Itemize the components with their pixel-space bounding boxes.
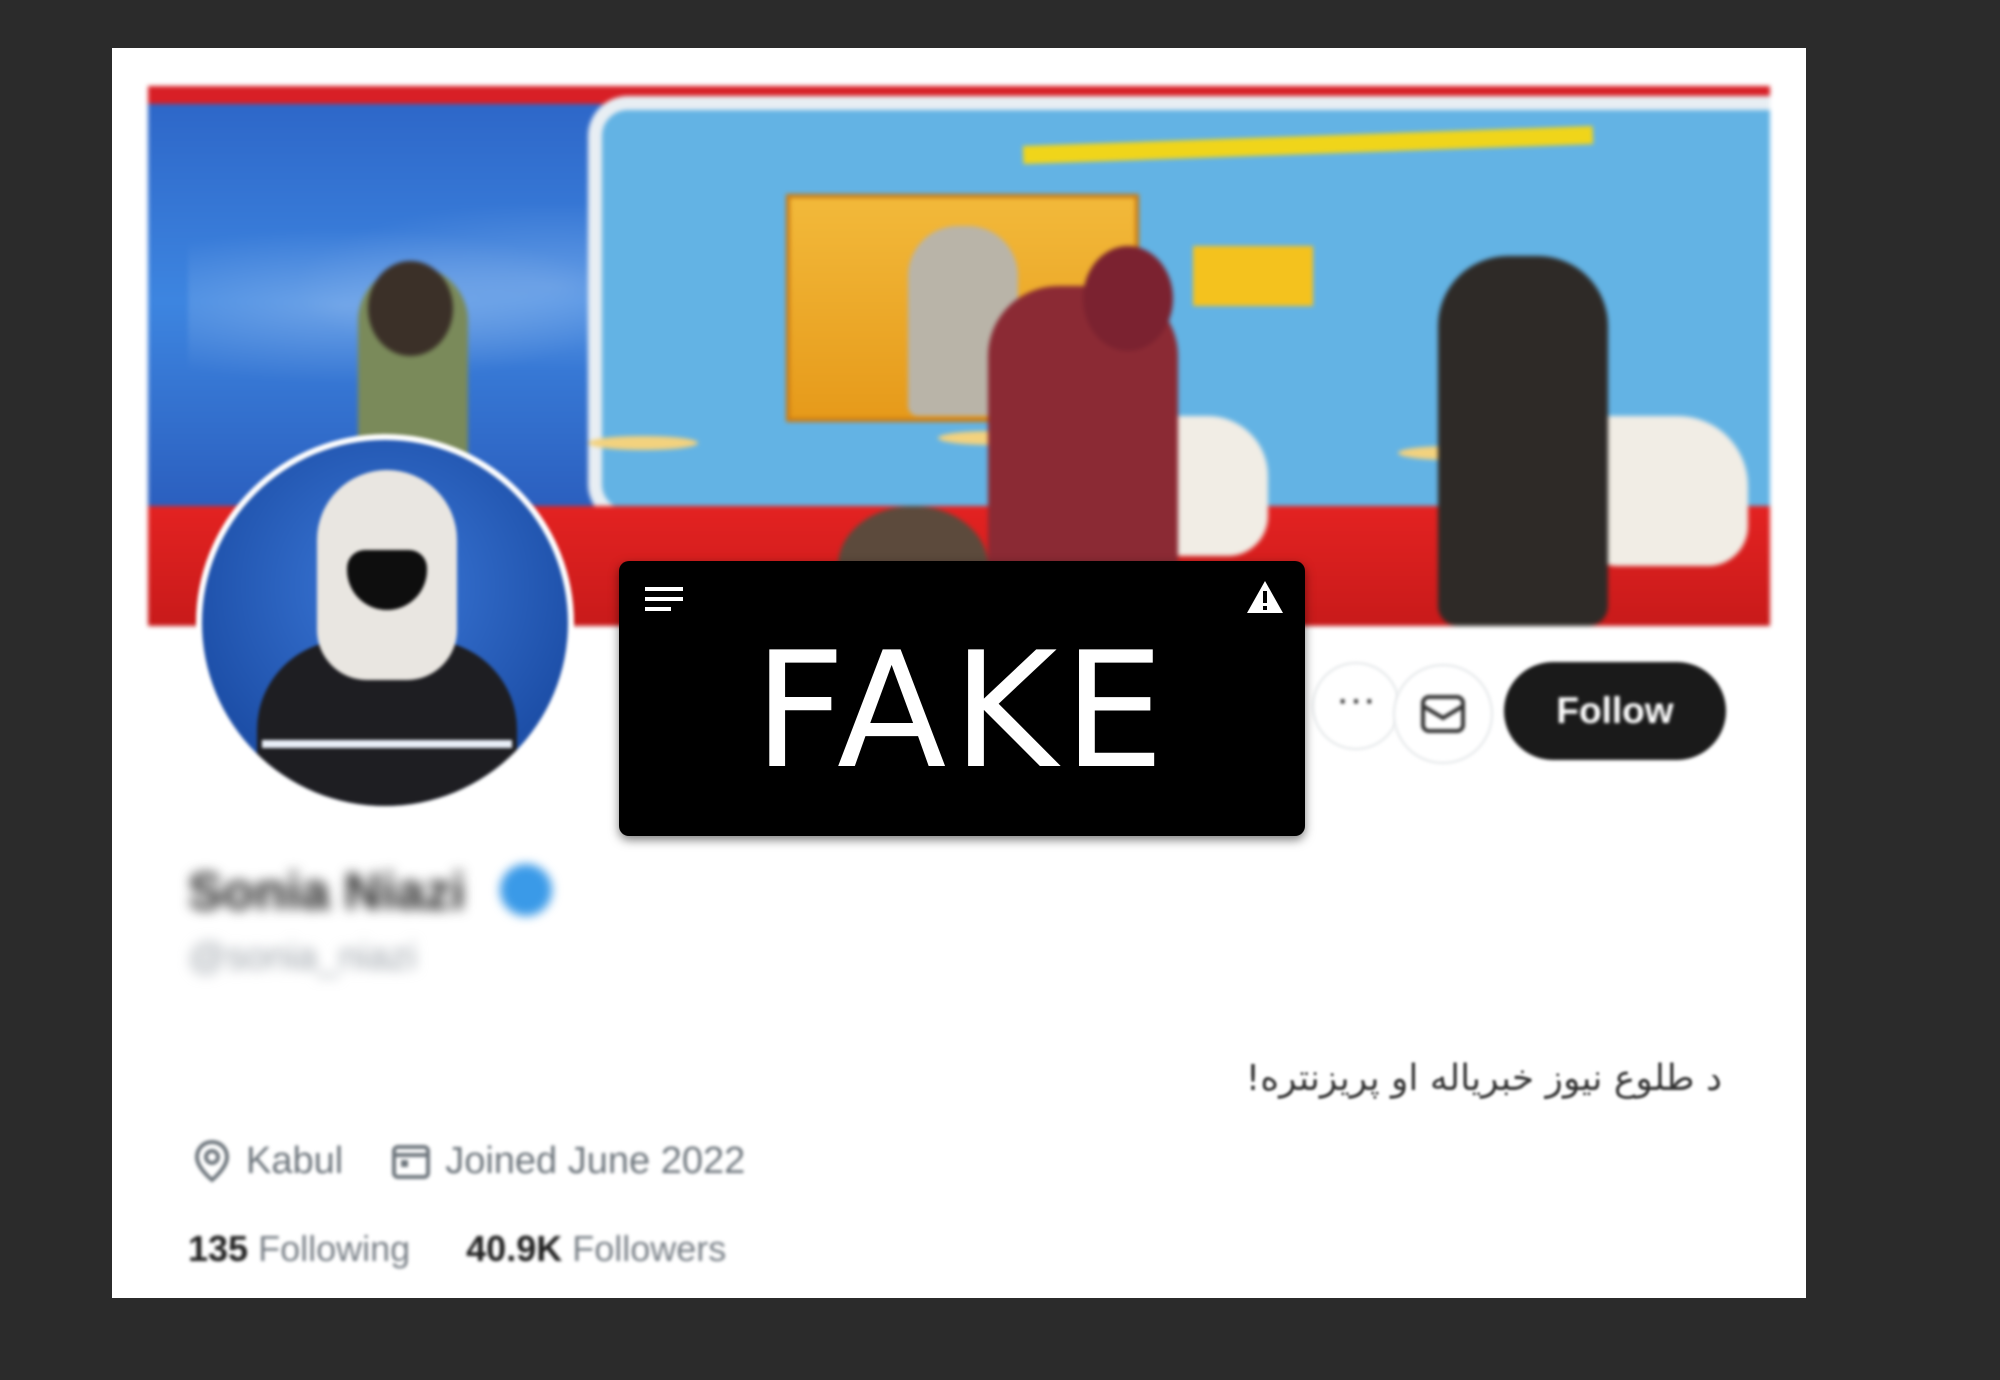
follow-button[interactable]: Follow [1504, 662, 1726, 760]
profile-meta: Kabul Joined June 2022 [192, 1138, 775, 1184]
profile-name: Sonia Niazi [188, 863, 466, 921]
fake-label-overlay: FAKE [619, 561, 1305, 836]
follow-stats: 135 Following 40.9K Followers [188, 1228, 726, 1270]
following-link[interactable]: 135 Following [188, 1228, 410, 1270]
warning-icon[interactable] [1245, 579, 1285, 615]
fake-label-text: FAKE [753, 617, 1171, 804]
profile-avatar[interactable] [196, 434, 574, 812]
calendar-icon [392, 1145, 431, 1179]
followers-link[interactable]: 40.9K Followers [466, 1228, 726, 1270]
location-pin-icon [194, 1139, 230, 1183]
follow-button-label: Follow [1556, 690, 1674, 731]
joined-date: Joined June 2022 [445, 1139, 746, 1182]
following-count: 135 [188, 1228, 249, 1269]
message-button[interactable] [1393, 664, 1493, 764]
menu-icon[interactable] [643, 585, 685, 615]
location-link[interactable]: Kabul [246, 1140, 343, 1183]
verified-badge-icon [500, 864, 552, 916]
profile-bio: د طلوع نیوز خبریاله او پریزنتره! [1245, 1058, 1722, 1099]
more-options-button[interactable]: ··· [1312, 662, 1400, 750]
followers-label: Followers [572, 1228, 727, 1269]
more-icon: ··· [1336, 677, 1376, 721]
following-label: Following [258, 1228, 411, 1269]
followers-count: 40.9K [466, 1228, 563, 1269]
mail-icon [1421, 695, 1465, 733]
profile-handle: @sonia_niazi [188, 936, 417, 978]
